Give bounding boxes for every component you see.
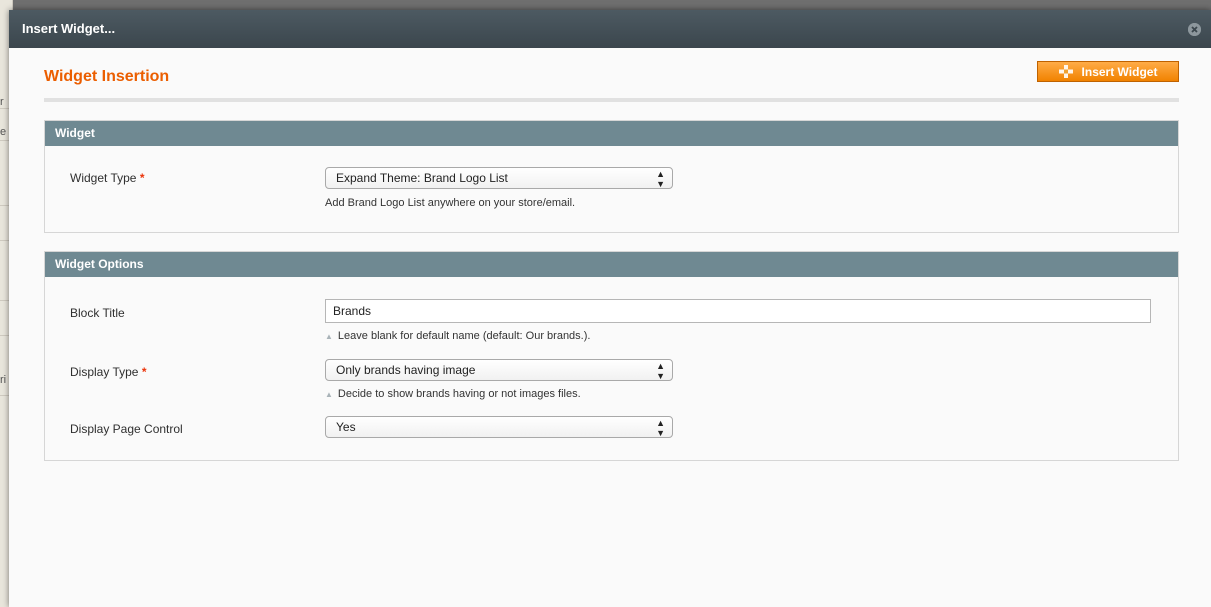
dialog-title: Insert Widget... — [22, 21, 116, 36]
block-title-note-text: Leave blank for default name (default: O… — [337, 330, 591, 342]
display-type-note-text: Decide to show brands having or not imag… — [337, 388, 581, 400]
page-title: Widget Insertion — [44, 68, 170, 85]
widget-fieldset: Widget Widget Type * Expand Theme: Brand… — [44, 120, 1179, 233]
required-mark: * — [139, 171, 145, 185]
display-type-label: Display Type * — [70, 365, 147, 379]
insert-widget-label: Insert Widget — [1081, 64, 1158, 79]
block-title-note: ▲ Leave blank for default name (default: … — [325, 330, 590, 342]
insert-widget-button[interactable]: Insert Widget — [1037, 61, 1179, 82]
widget-type-label: Widget Type * — [70, 171, 145, 185]
insert-widget-dialog: Insert Widget... ⊗ Widget Insertion Inse — [9, 10, 1211, 607]
background-text: ri — [0, 374, 7, 386]
display-type-label-text: Display Type — [70, 365, 139, 379]
background-text: r — [0, 96, 4, 108]
display-type-value: Only brands having image — [336, 363, 476, 377]
select-arrows-icon: ▲ ▼ — [656, 169, 665, 189]
widget-type-label-text: Widget Type — [70, 171, 137, 185]
close-button[interactable]: ⊗ — [1188, 23, 1201, 36]
hint-triangle-icon: ▲ — [325, 390, 333, 399]
dialog-content: Widget Insertion Insert Widget Widget Wi… — [44, 48, 1179, 461]
display-type-select[interactable]: Only brands having image ▲ ▼ — [325, 359, 673, 381]
widget-type-value: Expand Theme: Brand Logo List — [336, 171, 508, 185]
select-arrows-icon: ▲ ▼ — [656, 361, 665, 381]
content-header: Widget Insertion Insert Widget — [44, 48, 1179, 102]
close-icon-graphic — [1188, 23, 1201, 36]
widget-type-note: Add Brand Logo List anywhere on your sto… — [325, 197, 576, 209]
widget-options-section-title: Widget Options — [45, 252, 1178, 277]
insert-icon — [1058, 65, 1073, 78]
widget-options-fieldset: Widget Options Block Title ▲ Leave blank … — [44, 251, 1179, 461]
widget-section-title: Widget — [45, 121, 1178, 146]
display-type-note: ▲ Decide to show brands having or not ima… — [325, 388, 581, 400]
background-text: e — [0, 126, 7, 138]
display-page-control-label: Display Page Control — [70, 422, 183, 436]
widget-type-select[interactable]: Expand Theme: Brand Logo List ▲ ▼ — [325, 167, 673, 189]
hint-triangle-icon: ▲ — [325, 332, 333, 341]
display-page-control-select[interactable]: Yes ▲ ▼ — [325, 416, 673, 438]
required-mark: * — [141, 365, 147, 379]
select-arrows-icon: ▲ ▼ — [656, 418, 665, 438]
display-page-control-value: Yes — [336, 420, 356, 434]
block-title-label: Block Title — [70, 306, 125, 320]
block-title-input[interactable] — [325, 299, 1151, 323]
dialog-titlebar: Insert Widget... ⊗ — [9, 10, 1211, 48]
